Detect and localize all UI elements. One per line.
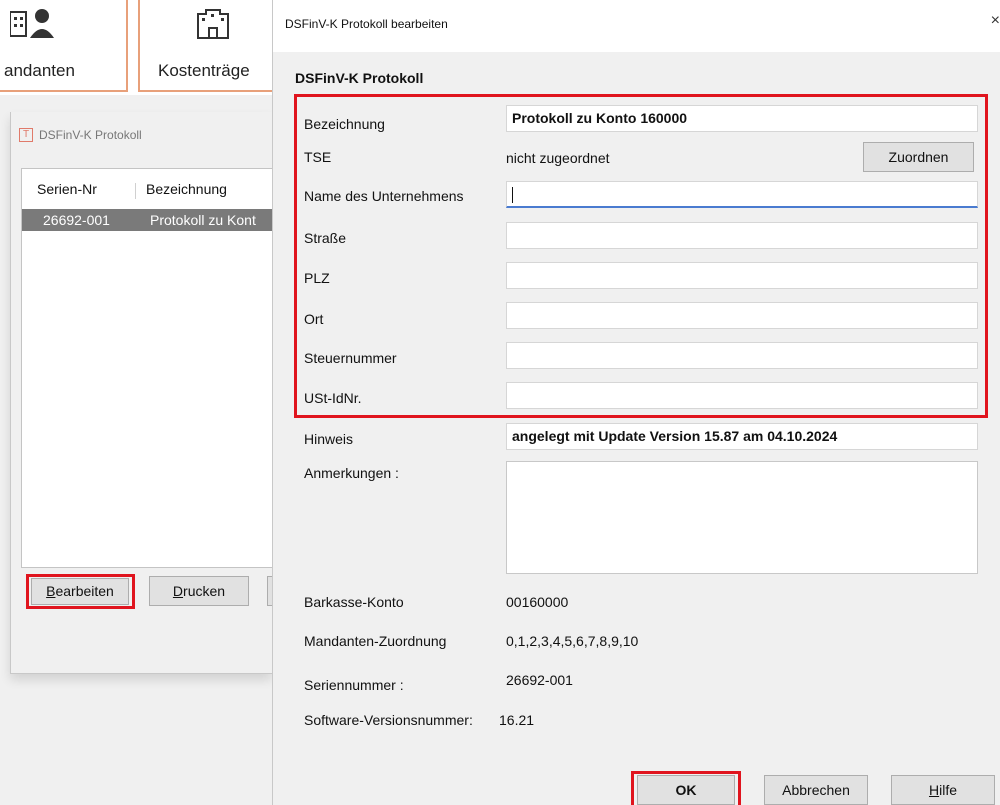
help-label: ilfe	[939, 782, 958, 798]
building-icon	[197, 9, 229, 39]
print-button[interactable]: Drucken	[149, 576, 249, 606]
print-label: rucken	[183, 583, 226, 599]
list-window-title: T DSFinV-K Protokoll	[19, 128, 142, 142]
ribbon-button-kostentraeger[interactable]: Kostenträge	[138, 0, 278, 92]
label-cash-account: Barkasse-Konto	[304, 594, 404, 610]
client-assignment-value: 0,1,2,3,4,5,6,7,8,9,10	[506, 633, 639, 649]
help-button[interactable]: Hilfe	[891, 775, 995, 805]
highlight-edit-button	[26, 574, 135, 609]
row-serial: 26692-001	[43, 212, 110, 228]
help-accel: H	[928, 782, 940, 798]
mandanten-icon	[10, 9, 54, 38]
dialog-titlebar: DSFinV-K Protokoll bearbeiten ×	[273, 0, 1000, 52]
print-accel: D	[172, 583, 184, 599]
highlight-ok-button	[631, 771, 741, 805]
protocol-list[interactable]: Serien-Nr Bezeichnung 26692-001 Protokol…	[21, 168, 273, 568]
label-software-version: Software-Versionsnummer:	[304, 712, 473, 728]
dialog-title: DSFinV-K Protokoll bearbeiten	[285, 17, 448, 31]
edit-protocol-dialog: DSFinV-K Protokoll bearbeiten × DSFinV-K…	[272, 0, 1000, 805]
label-client-assignment: Mandanten-Zuordnung	[304, 633, 447, 649]
column-header-serial[interactable]: Serien-Nr	[37, 181, 97, 197]
ribbon-button-mandanten[interactable]: andanten	[0, 0, 128, 92]
table-row[interactable]: 26692-001 Protokoll zu Kont	[22, 209, 273, 231]
cash-account-value: 00160000	[506, 594, 569, 610]
highlight-company-fields	[294, 94, 988, 418]
column-header-name[interactable]: Bezeichnung	[146, 181, 227, 197]
list-header: Serien-Nr Bezeichnung	[22, 179, 273, 201]
app-t-icon: T	[19, 128, 33, 142]
section-title: DSFinV-K Protokoll	[295, 70, 424, 86]
column-divider[interactable]	[135, 183, 136, 199]
cancel-button[interactable]: Abbrechen	[764, 775, 868, 805]
label-serial-number: Seriennummer :	[304, 677, 404, 693]
serial-number-value: 26692-001	[506, 672, 573, 688]
ribbon-label-kostentraeger: Kostenträge	[158, 61, 250, 80]
list-window-title-text: DSFinV-K Protokoll	[39, 128, 142, 142]
label-notes: Anmerkungen :	[304, 465, 399, 481]
label-hint: Hinweis	[304, 431, 354, 447]
background-app: andanten Kostenträge T DSFinV-K Protokol…	[0, 0, 287, 805]
software-version-value: 16.21	[499, 712, 535, 728]
ribbon: andanten Kostenträge	[0, 0, 278, 95]
row-name: Protokoll zu Kont	[150, 212, 256, 228]
notes-textarea[interactable]	[506, 461, 978, 574]
close-icon[interactable]: ×	[991, 12, 1000, 30]
ribbon-label-mandanten: andanten	[4, 61, 75, 80]
hint-field[interactable]: angelegt mit Update Version 15.87 am 04.…	[506, 423, 978, 450]
